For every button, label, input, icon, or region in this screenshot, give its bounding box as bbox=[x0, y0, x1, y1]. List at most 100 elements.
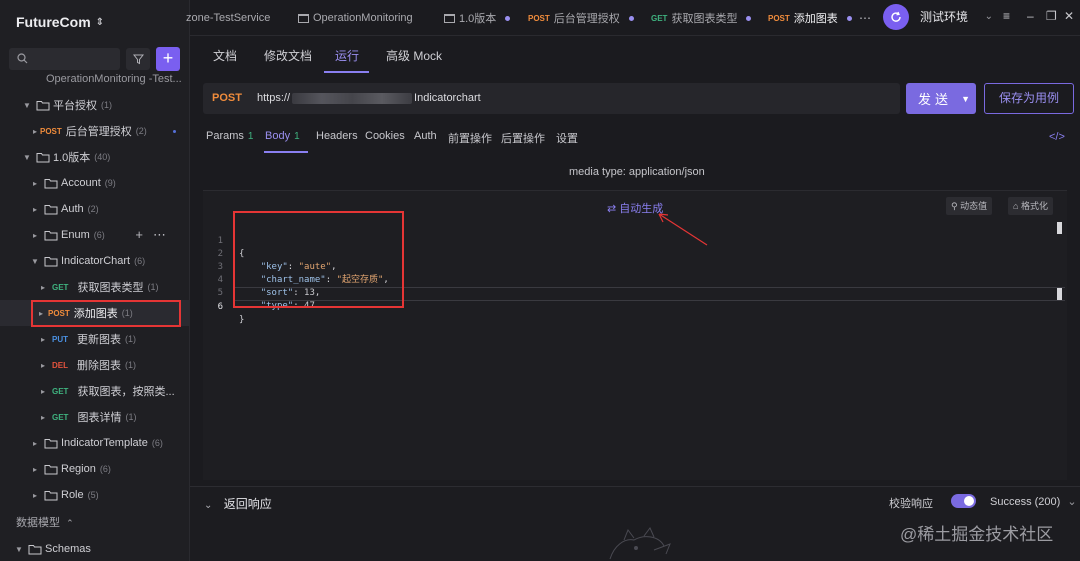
close-button[interactable]: ✕ bbox=[1064, 9, 1074, 23]
unsaved-dot bbox=[505, 15, 511, 21]
tree-folder[interactable]: ▸ Auth (2) bbox=[0, 196, 189, 222]
scrollbar-marker[interactable] bbox=[1057, 222, 1062, 234]
unsaved-dot bbox=[628, 15, 634, 21]
chevron-right-icon: ▸ bbox=[32, 178, 37, 188]
folder-icon bbox=[28, 544, 42, 554]
chevron-right-icon: ▸ bbox=[32, 204, 37, 214]
response-toggle[interactable]: ⌄ 返回响应 bbox=[204, 495, 272, 512]
subtab-edit-docs[interactable]: 修改文档 bbox=[264, 47, 312, 64]
tab-label: 后台管理授权 bbox=[553, 13, 620, 25]
tab-cookies[interactable]: Cookies bbox=[365, 130, 405, 142]
more-icon: ⋯ bbox=[859, 11, 871, 25]
tree-folder[interactable]: ▼ 平台授权 (1) bbox=[0, 92, 189, 118]
tree-item-count: (6) bbox=[151, 438, 163, 448]
folder-icon bbox=[36, 152, 50, 162]
tree-folder[interactable]: ▼ IndicatorChart (6) bbox=[0, 248, 189, 274]
url-prefix: https:// bbox=[257, 92, 291, 104]
tree-folder[interactable]: ▸ IndicatorTemplate (6) bbox=[0, 430, 189, 456]
chevron-down-icon: ▼ bbox=[31, 256, 39, 266]
tree-folder[interactable]: ▸ Enum (6) +⋯ bbox=[0, 222, 189, 248]
minimize-button[interactable]: – bbox=[1027, 9, 1034, 23]
tab-post-ops[interactable]: 后置操作 bbox=[501, 130, 545, 146]
tree-item-label: Account bbox=[61, 177, 101, 189]
tree-item-count: (1) bbox=[101, 100, 112, 110]
environment-button[interactable] bbox=[883, 4, 909, 30]
tree-item-service[interactable]: OperationMonitoring -Test... bbox=[0, 66, 189, 92]
status-select[interactable]: Success (200) ⌄ bbox=[990, 495, 1077, 508]
chevron-right-icon: ▸ bbox=[40, 360, 45, 370]
dynamic-value-button[interactable]: ⚲ 动态值 bbox=[946, 197, 993, 215]
highlight-box bbox=[31, 300, 181, 327]
plus-icon: + bbox=[162, 48, 174, 68]
tab-label: OperationMonitoring bbox=[313, 12, 413, 24]
subtab-mock[interactable]: 高级 Mock bbox=[386, 47, 442, 64]
tab-headers[interactable]: Headers bbox=[316, 130, 358, 142]
tree-endpoint[interactable]: ▸ GET 获取图表，按照类... bbox=[0, 378, 189, 404]
format-icon: ⌂ bbox=[1013, 201, 1019, 211]
code-text: } bbox=[239, 315, 245, 325]
tab-get-chart-types[interactable]: GET 获取图表类型 bbox=[651, 0, 752, 36]
tab-service[interactable]: zone-TestService bbox=[186, 0, 270, 36]
tab-add-chart[interactable]: POST 添加图表 bbox=[768, 0, 852, 36]
chevron-right-icon: ▸ bbox=[32, 230, 37, 240]
method-badge: GET bbox=[52, 412, 69, 422]
tab-admin-auth[interactable]: POST 后台管理授权 bbox=[528, 0, 634, 36]
tab-settings[interactable]: 设置 bbox=[556, 130, 578, 146]
tree-folder[interactable]: ▸ Role (5) bbox=[0, 482, 189, 508]
active-tab-indicator bbox=[324, 71, 369, 73]
data-model-section[interactable]: 数据模型 ⌃ bbox=[16, 514, 74, 530]
tree-endpoint[interactable]: ▸ POST 后台管理授权 (2) bbox=[0, 118, 189, 144]
request-url-bar[interactable]: POST https:// Indicatorchart bbox=[203, 83, 900, 114]
row-actions[interactable]: +⋯ bbox=[135, 227, 176, 243]
tree-item-label: IndicatorTemplate bbox=[61, 437, 148, 449]
format-button[interactable]: ⌂ 格式化 bbox=[1008, 197, 1053, 215]
tree-folder[interactable]: ▸ Region (6) bbox=[0, 456, 189, 482]
tab-auth[interactable]: Auth bbox=[414, 130, 437, 142]
scrollbar-marker[interactable] bbox=[1057, 288, 1062, 300]
tree-folder[interactable]: ▸ Account (9) bbox=[0, 170, 189, 196]
close-icon: ✕ bbox=[1064, 9, 1075, 23]
tree-item-label: 1.0版本 bbox=[53, 152, 91, 164]
tab-body[interactable]: Body 1 bbox=[265, 130, 300, 142]
folder-icon bbox=[36, 100, 50, 110]
tree-item-label: 获取图表类型 bbox=[77, 282, 144, 294]
tree-item-count: (6) bbox=[134, 256, 146, 266]
workspace-switcher[interactable]: FutureCom ⇕ bbox=[16, 14, 104, 30]
filter-icon bbox=[132, 54, 144, 64]
tab-version[interactable]: 1.0版本 bbox=[444, 0, 511, 36]
tree-endpoint[interactable]: ▸ GET 获取图表类型 (1) bbox=[0, 274, 189, 300]
chevron-right-icon: ▸ bbox=[32, 126, 37, 136]
tree-endpoint[interactable]: ▸ PUT 更新图表 (1) bbox=[0, 326, 189, 352]
tree-folder[interactable]: ▼ 1.0版本 (40) bbox=[0, 144, 189, 170]
chevron-down-icon[interactable]: ▼ bbox=[961, 94, 970, 104]
tab-count: 1 bbox=[247, 131, 254, 142]
save-as-case-button[interactable]: 保存为用例 bbox=[984, 83, 1074, 114]
verify-response-label: 校验响应 bbox=[889, 498, 933, 510]
url-input[interactable]: https:// Indicatorchart bbox=[257, 92, 481, 104]
menu-button[interactable]: ≡ bbox=[1003, 9, 1010, 23]
subtab-docs[interactable]: 文档 bbox=[213, 47, 237, 64]
tree-item-count: (1) bbox=[125, 412, 137, 422]
chevron-up-icon: ⌃ bbox=[66, 518, 74, 528]
code-view-button[interactable]: </> bbox=[1049, 131, 1065, 143]
tree-folder-schemas[interactable]: ▼ Schemas bbox=[0, 536, 189, 561]
subtab-run[interactable]: 运行 bbox=[335, 47, 359, 64]
send-button[interactable]: 发送 ▼ bbox=[906, 83, 976, 114]
tab-label: 添加图表 bbox=[793, 13, 838, 25]
tree-endpoint[interactable]: ▸ DEL 删除图表 (1) bbox=[0, 352, 189, 378]
subtab-label: 文档 bbox=[213, 49, 238, 63]
tab-params[interactable]: Params 1 bbox=[206, 130, 253, 142]
more-tabs-button[interactable]: ⋯ bbox=[859, 11, 871, 25]
environment-select[interactable]: 测试环境 ⌄ bbox=[913, 5, 997, 27]
folder-icon bbox=[44, 256, 58, 266]
method-select[interactable]: POST bbox=[212, 92, 242, 104]
tab-pre-ops[interactable]: 前置操作 bbox=[448, 130, 492, 146]
tab-label: 后置操作 bbox=[501, 133, 545, 145]
unsaved-dot bbox=[746, 15, 752, 21]
tree-item-label: 获取图表，按照类... bbox=[77, 386, 175, 398]
tab-operation-monitoring[interactable]: OperationMonitoring bbox=[298, 0, 413, 36]
tree-endpoint[interactable]: ▸ GET 图表详情 (1) bbox=[0, 404, 189, 430]
maximize-button[interactable]: ❐ bbox=[1046, 9, 1057, 23]
method-badge: DEL bbox=[52, 360, 68, 370]
verify-toggle[interactable] bbox=[951, 494, 976, 508]
